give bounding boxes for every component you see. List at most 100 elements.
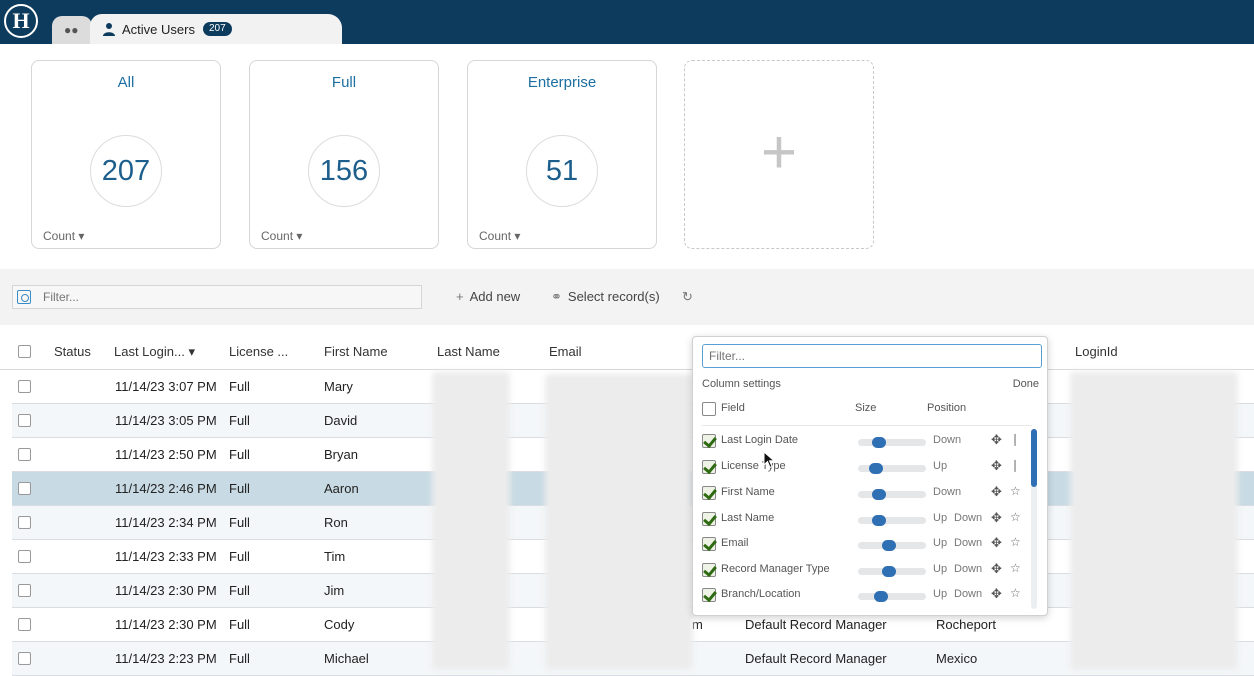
filter-box[interactable] bbox=[12, 285, 422, 309]
tile-all[interactable]: All 207 Count ▾ bbox=[31, 60, 221, 249]
move-up-button[interactable]: Up bbox=[933, 563, 947, 575]
pin-icon[interactable]: ☆ bbox=[1010, 484, 1021, 498]
team-icon: ●● bbox=[64, 23, 79, 37]
divider bbox=[702, 425, 1032, 426]
field-checkbox[interactable] bbox=[702, 486, 716, 500]
app-logo[interactable]: H bbox=[4, 4, 38, 38]
column-setting-row: Last Name Up Down ✥ ☆ bbox=[702, 509, 1027, 531]
field-checkbox[interactable] bbox=[702, 512, 716, 526]
pin-icon[interactable]: ☆ bbox=[1010, 586, 1021, 600]
row-checkbox[interactable] bbox=[18, 618, 31, 631]
move-up-button[interactable]: Up bbox=[933, 512, 947, 524]
size-slider[interactable] bbox=[858, 515, 926, 526]
mouse-cursor-icon bbox=[763, 451, 776, 469]
move-up-button[interactable]: Up bbox=[933, 460, 947, 472]
add-new-button[interactable]: + Add new bbox=[456, 289, 520, 304]
column-settings-title: Column settings bbox=[702, 378, 781, 390]
tile-aggregate-dropdown[interactable]: Count ▾ bbox=[43, 229, 84, 243]
filter-input[interactable] bbox=[43, 288, 413, 306]
column-first-name[interactable]: First Name bbox=[324, 344, 388, 359]
column-loginid[interactable]: LoginId bbox=[1075, 344, 1118, 359]
caret-down-icon: ▾ bbox=[296, 229, 303, 243]
drag-handle-icon[interactable]: ✥ bbox=[991, 535, 1002, 551]
size-slider[interactable] bbox=[858, 437, 926, 448]
drag-handle-icon[interactable]: ✥ bbox=[991, 484, 1002, 500]
size-slider[interactable] bbox=[858, 489, 926, 500]
field-checkbox[interactable] bbox=[702, 434, 716, 448]
field-checkbox[interactable] bbox=[702, 563, 716, 577]
size-slider-handle[interactable] bbox=[872, 489, 886, 500]
move-down-button[interactable]: Down bbox=[933, 486, 961, 498]
pin-icon[interactable]: ☆ bbox=[1010, 561, 1021, 575]
pinned-icon[interactable]: ❘ bbox=[1010, 458, 1020, 472]
move-down-button[interactable]: Down bbox=[954, 588, 982, 600]
size-slider-handle[interactable] bbox=[872, 515, 886, 526]
row-checkbox[interactable] bbox=[18, 482, 31, 495]
caret-down-icon: ▾ bbox=[78, 229, 85, 243]
size-slider-handle[interactable] bbox=[874, 591, 888, 602]
size-slider[interactable] bbox=[858, 566, 926, 577]
column-setting-row: Last Login Date Down ✥ ❘ bbox=[702, 431, 1027, 453]
pin-icon[interactable]: ☆ bbox=[1010, 535, 1021, 549]
field-checkbox[interactable] bbox=[702, 537, 716, 551]
tile-full[interactable]: Full 156 Count ▾ bbox=[249, 60, 439, 249]
scrollbar-thumb[interactable] bbox=[1031, 429, 1037, 487]
pinned-icon[interactable]: ❘ bbox=[1010, 432, 1020, 446]
move-up-button[interactable]: Up bbox=[933, 537, 947, 549]
size-slider-handle[interactable] bbox=[882, 540, 896, 551]
move-down-button[interactable]: Down bbox=[933, 434, 961, 446]
move-down-button[interactable]: Down bbox=[954, 512, 982, 524]
view-settings-icon[interactable] bbox=[17, 290, 31, 304]
size-slider[interactable] bbox=[858, 463, 926, 474]
field-checkbox[interactable] bbox=[702, 460, 716, 474]
panel-scrollbar[interactable] bbox=[1031, 429, 1037, 609]
drag-handle-icon[interactable]: ✥ bbox=[991, 432, 1002, 448]
tile-enterprise[interactable]: Enterprise 51 Count ▾ bbox=[467, 60, 657, 249]
tile-aggregate-dropdown[interactable]: Count ▾ bbox=[261, 229, 302, 243]
drag-handle-icon[interactable]: ✥ bbox=[991, 458, 1002, 474]
select-all-fields-checkbox[interactable] bbox=[702, 402, 716, 416]
size-slider-handle[interactable] bbox=[882, 566, 896, 577]
move-down-button[interactable]: Down bbox=[954, 563, 982, 575]
plus-icon: + bbox=[760, 118, 798, 187]
tab-home[interactable]: ●● bbox=[52, 16, 92, 44]
column-setting-row: Email Up Down ✥ ☆ bbox=[702, 534, 1027, 556]
drag-handle-icon[interactable]: ✥ bbox=[991, 510, 1002, 526]
add-tile-button[interactable]: + bbox=[684, 60, 874, 249]
move-down-button[interactable]: Down bbox=[954, 537, 982, 549]
cell-license: Full bbox=[229, 447, 250, 462]
drag-handle-icon[interactable]: ✥ bbox=[991, 586, 1002, 602]
select-records-button[interactable]: ⚭ Select record(s) bbox=[551, 289, 660, 305]
pin-icon[interactable]: ☆ bbox=[1010, 510, 1021, 524]
tile-value: 51 bbox=[545, 155, 579, 187]
row-checkbox[interactable] bbox=[18, 550, 31, 563]
drag-handle-icon[interactable]: ✥ bbox=[991, 561, 1002, 577]
tab-active-users[interactable]: Active Users 207 bbox=[90, 14, 342, 44]
size-slider[interactable] bbox=[858, 591, 926, 602]
cell-last-login: 11/14/23 3:05 PM bbox=[115, 413, 217, 428]
tile-aggregate-dropdown[interactable]: Count ▾ bbox=[479, 229, 520, 243]
select-icon: ⚭ bbox=[551, 289, 562, 304]
column-filter-input[interactable] bbox=[702, 344, 1042, 368]
select-all-checkbox[interactable] bbox=[18, 345, 31, 358]
size-slider-handle[interactable] bbox=[869, 463, 883, 474]
done-button[interactable]: Done bbox=[1013, 378, 1039, 390]
column-status[interactable]: Status bbox=[54, 344, 91, 359]
column-license[interactable]: License ... bbox=[229, 344, 288, 359]
row-checkbox[interactable] bbox=[18, 414, 31, 427]
row-checkbox[interactable] bbox=[18, 652, 31, 665]
move-up-button[interactable]: Up bbox=[933, 588, 947, 600]
size-slider-handle[interactable] bbox=[872, 437, 886, 448]
column-email[interactable]: Email bbox=[549, 344, 582, 359]
field-checkbox[interactable] bbox=[702, 588, 716, 602]
column-last-login[interactable]: Last Login... ▾ bbox=[114, 344, 195, 360]
column-last-name[interactable]: Last Name bbox=[437, 344, 500, 359]
row-checkbox[interactable] bbox=[18, 380, 31, 393]
cell-last-login: 11/14/23 2:30 PM bbox=[115, 583, 217, 598]
size-slider[interactable] bbox=[858, 540, 926, 551]
row-checkbox[interactable] bbox=[18, 516, 31, 529]
refresh-button[interactable]: ↻ bbox=[682, 289, 699, 305]
row-checkbox[interactable] bbox=[18, 448, 31, 461]
row-checkbox[interactable] bbox=[18, 584, 31, 597]
column-setting-row: Branch/Location Up Down ✥ ☆ bbox=[702, 585, 1027, 607]
